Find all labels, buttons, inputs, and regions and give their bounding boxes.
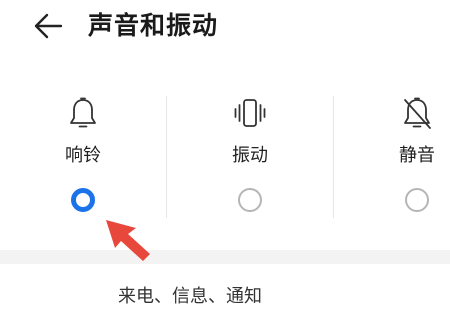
- mode-label-vibrate: 振动: [232, 145, 268, 166]
- vibrate-icon: [234, 99, 266, 127]
- column-divider: [166, 96, 167, 218]
- mode-label-silent: 静音: [399, 145, 435, 166]
- mode-ring[interactable]: 响铃: [8, 88, 158, 228]
- bottom-item-text: 来电、信息、通知: [118, 286, 262, 307]
- radio-ring[interactable]: [71, 188, 95, 212]
- mode-label-ring: 响铃: [65, 145, 101, 166]
- bell-icon: [70, 97, 96, 128]
- sound-mode-selector: 响铃 振动 静音: [0, 88, 450, 228]
- arrow-left-icon: [34, 13, 63, 39]
- column-divider: [333, 96, 334, 218]
- section-separator: [0, 250, 450, 264]
- back-button[interactable]: [30, 10, 66, 42]
- annotation-arrow: [106, 220, 150, 261]
- page-title: 声音和振动: [88, 11, 219, 40]
- header: 声音和振动: [0, 0, 450, 52]
- bell-off-icon: [404, 97, 431, 129]
- radio-silent[interactable]: [405, 188, 429, 212]
- mode-silent[interactable]: 静音: [342, 88, 450, 228]
- mode-vibrate[interactable]: 振动: [175, 88, 325, 228]
- radio-vibrate[interactable]: [238, 188, 262, 212]
